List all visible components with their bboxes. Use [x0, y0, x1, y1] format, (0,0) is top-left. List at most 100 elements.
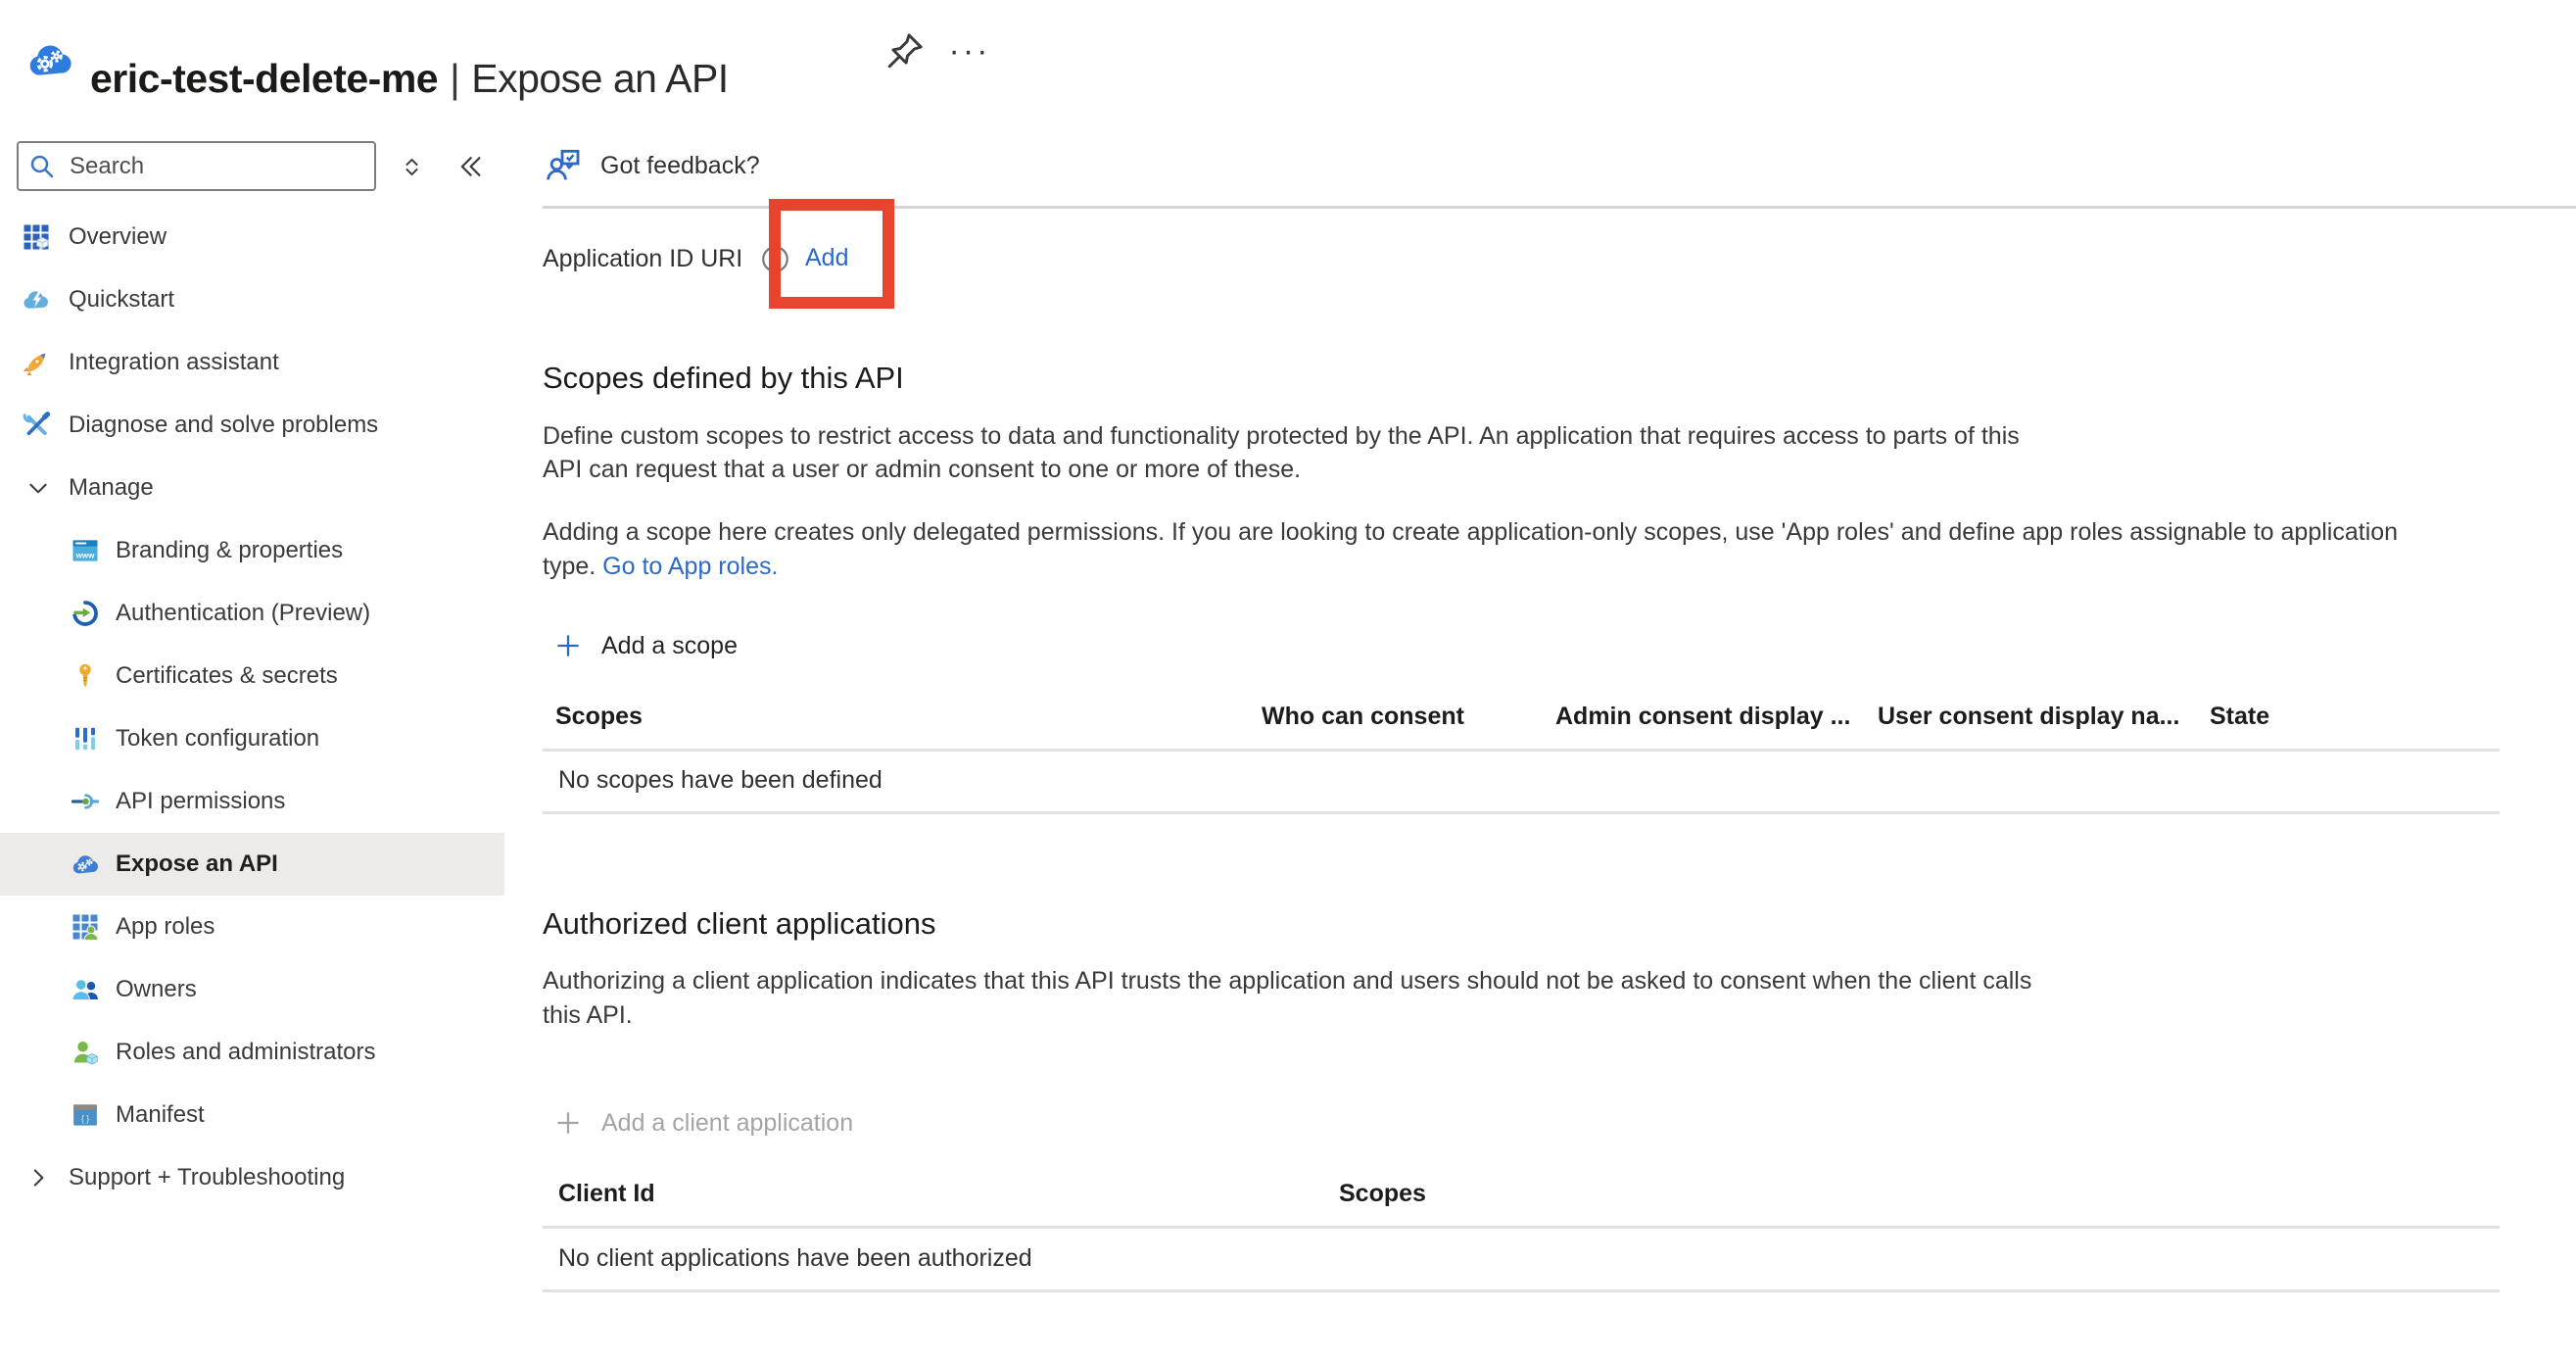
- sidebar-group-label: Support + Troubleshooting: [69, 1164, 345, 1191]
- clients-empty-message: No client applications have been authori…: [558, 1244, 1032, 1273]
- sidebar-item-roles-administrators[interactable]: Roles and administrators: [0, 1021, 504, 1084]
- scopes-section-note: Adding a scope here creates only delegat…: [543, 515, 2398, 584]
- sidebar-item-manifest[interactable]: { } Manifest: [0, 1084, 504, 1146]
- add-application-id-uri-link[interactable]: Add: [805, 244, 848, 272]
- more-options-button[interactable]: ···: [946, 27, 993, 74]
- sidebar-item-label: Manifest: [116, 1101, 205, 1129]
- sidebar-item-label: Owners: [116, 976, 197, 1003]
- add-a-scope-button[interactable]: Add a scope: [553, 631, 738, 660]
- application-id-uri-label: Application ID URI: [543, 245, 742, 273]
- sidebar-item-label: Overview: [69, 223, 167, 251]
- sidebar-item-app-roles[interactable]: App roles: [0, 896, 504, 958]
- sidebar-item-label: Token configuration: [116, 725, 319, 753]
- sidebar-item-certificates-secrets[interactable]: Certificates & secrets: [0, 645, 504, 707]
- expose-an-api-blade: eric-test-delete-me|Expose an API ···: [0, 0, 2576, 1360]
- sidebar-item-label: Integration assistant: [69, 349, 279, 376]
- app-roles-icon: [71, 912, 100, 942]
- blade-menu: Overview Quickstart Integration assistan…: [0, 206, 504, 1209]
- column-client-id: Client Id: [558, 1180, 1339, 1208]
- sidebar-item-overview[interactable]: Overview: [0, 206, 504, 268]
- sidebar-item-expose-an-api[interactable]: Expose an API: [0, 833, 504, 896]
- sidebar-item-label: App roles: [116, 913, 215, 941]
- column-admin-consent-display: Admin consent display ...: [1555, 703, 1878, 731]
- branding-icon: www: [71, 536, 100, 565]
- add-a-scope-label: Add a scope: [601, 632, 738, 660]
- authorized-clients-section-title: Authorized client applications: [543, 906, 936, 942]
- table-divider: [543, 1289, 2500, 1292]
- sidebar-item-label: Certificates & secrets: [116, 662, 338, 690]
- sidebar-item-label: Roles and administrators: [116, 1039, 375, 1066]
- rocket-icon: [22, 348, 51, 377]
- authorized-clients-description: Authorizing a client application indicat…: [543, 964, 2031, 1033]
- pin-button[interactable]: [882, 27, 929, 74]
- sidebar-item-label: API permissions: [116, 788, 285, 815]
- sidebar-item-api-permissions[interactable]: API permissions: [0, 770, 504, 833]
- title-separator: |: [438, 56, 471, 101]
- roles-administrators-icon: [71, 1038, 100, 1067]
- command-bar-divider: [543, 206, 2576, 209]
- sidebar-item-owners[interactable]: Owners: [0, 958, 504, 1021]
- sidebar-item-quickstart[interactable]: Quickstart: [0, 268, 504, 331]
- table-divider: [543, 1226, 2500, 1229]
- plus-icon-disabled: [553, 1108, 583, 1138]
- sidebar-item-label: Quickstart: [69, 286, 174, 314]
- description-line: Authorizing a client application indicat…: [543, 964, 2031, 998]
- plus-icon: [553, 631, 583, 660]
- scopes-section-description: Define custom scopes to restrict access …: [543, 419, 2020, 486]
- www-glyph: www: [75, 551, 95, 559]
- column-scopes: Scopes: [1339, 1180, 2500, 1208]
- sidebar-group-manage[interactable]: Manage: [0, 457, 504, 519]
- collapse-menu-button[interactable]: [447, 145, 494, 188]
- sidebar-item-token-configuration[interactable]: Token configuration: [0, 707, 504, 770]
- sidebar-group-support-troubleshooting[interactable]: Support + Troubleshooting: [0, 1146, 504, 1209]
- manifest-icon: { }: [71, 1100, 100, 1130]
- chevron-right-icon: [25, 1163, 51, 1192]
- blade-menu-sidebar: Overview Quickstart Integration assistan…: [0, 125, 504, 1360]
- sidebar-item-branding-properties[interactable]: www Branding & properties: [0, 519, 504, 582]
- owners-icon: [71, 975, 100, 1004]
- table-divider: [543, 749, 2500, 752]
- search-input[interactable]: [17, 141, 376, 191]
- scopes-section-title: Scopes defined by this API: [543, 361, 904, 396]
- feedback-icon: [545, 146, 584, 185]
- note-prefix: type.: [543, 553, 602, 580]
- add-a-client-application-label: Add a client application: [601, 1109, 853, 1138]
- ellipsis-icon: ···: [949, 32, 991, 71]
- column-scopes: Scopes: [555, 703, 1262, 731]
- api-permissions-icon: [71, 787, 100, 816]
- sidebar-item-label: Diagnose and solve problems: [69, 412, 378, 439]
- wrench-screwdriver-icon: [22, 411, 51, 440]
- column-user-consent-display: User consent display na...: [1878, 703, 2210, 731]
- sidebar-item-authentication[interactable]: Authentication (Preview): [0, 582, 504, 645]
- column-state: State: [2210, 703, 2500, 731]
- chevron-down-icon: [25, 473, 51, 503]
- scopes-table-header: Scopes Who can consent Admin consent dis…: [543, 703, 2500, 731]
- double-chevron-left-icon: [455, 152, 485, 181]
- app-name: eric-test-delete-me: [90, 56, 438, 101]
- got-feedback-button[interactable]: Got feedback?: [545, 143, 760, 188]
- sidebar-item-label: Branding & properties: [116, 537, 343, 564]
- info-glyph: i: [774, 253, 777, 268]
- sidebar-item-diagnose[interactable]: Diagnose and solve problems: [0, 394, 504, 457]
- info-icon: i: [760, 244, 790, 274]
- expand-collapse-all-button[interactable]: [390, 147, 433, 186]
- note-line: type. Go to App roles.: [543, 550, 2398, 584]
- add-a-client-application-button[interactable]: Add a client application: [553, 1108, 853, 1138]
- sidebar-group-label: Manage: [69, 474, 154, 502]
- sliders-icon: [71, 724, 100, 753]
- page-title: eric-test-delete-me|Expose an API: [90, 56, 729, 102]
- description-line: this API.: [543, 998, 2031, 1033]
- description-line: API can request that a user or admin con…: [543, 453, 2020, 486]
- sidebar-item-label: Authentication (Preview): [116, 600, 370, 627]
- quickstart-icon: [22, 285, 51, 315]
- app-registration-cloud-icon: [22, 35, 78, 84]
- pin-icon: [883, 29, 927, 73]
- description-line: Define custom scopes to restrict access …: [543, 419, 2020, 453]
- go-to-app-roles-link[interactable]: Go to App roles.: [602, 553, 778, 580]
- table-divider: [543, 811, 2500, 814]
- key-icon: [71, 661, 100, 691]
- sidebar-item-integration-assistant[interactable]: Integration assistant: [0, 331, 504, 394]
- scopes-empty-message: No scopes have been defined: [558, 766, 883, 795]
- braces-glyph: { }: [81, 1113, 89, 1123]
- note-line: Adding a scope here creates only delegat…: [543, 515, 2398, 550]
